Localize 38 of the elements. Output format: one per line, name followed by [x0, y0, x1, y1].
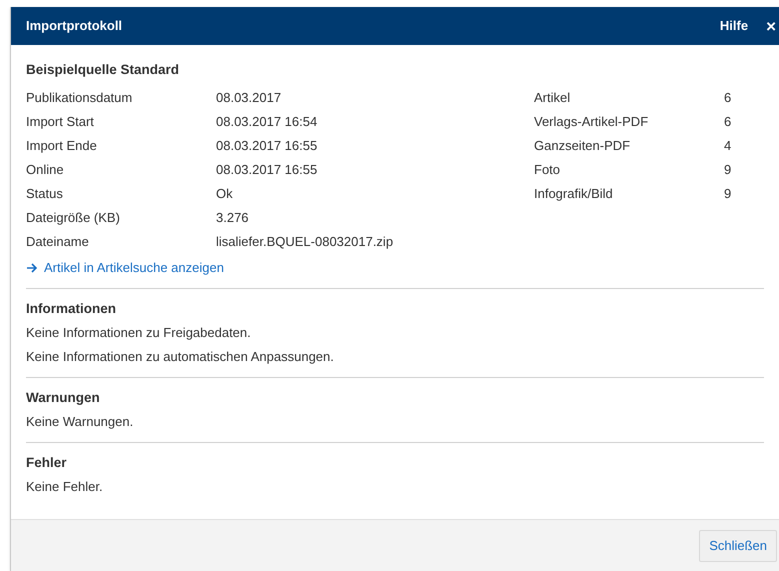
section-title: Fehler: [26, 454, 68, 472]
field-label: Dateiname: [26, 233, 90, 252]
field-label: Foto: [534, 161, 562, 180]
section-title: Warnungen: [26, 389, 101, 407]
field-label: Dateigröße (KB): [26, 209, 121, 228]
field-label: Import Ende: [26, 137, 98, 156]
field-value: 08.03.2017 16:55: [216, 137, 318, 156]
close-dialog-button[interactable]: Schließen: [699, 530, 777, 562]
field-value: Ok: [216, 185, 233, 204]
field-value: lisaliefer.BQUEL-08032017.zip: [216, 233, 394, 252]
field-value: 08.03.2017 16:55: [216, 161, 318, 180]
field-value: 4: [724, 137, 732, 156]
field-label: Import Start: [26, 113, 95, 132]
field-label: Online: [26, 161, 65, 180]
section-text: Keine Informationen zu Freigabedaten.: [26, 324, 252, 342]
field-label: Publikationsdatum: [26, 89, 134, 108]
field-value: 08.03.2017 16:54: [216, 113, 318, 132]
field-label: Verlags-Artikel-PDF: [534, 113, 650, 132]
section-text: Keine Fehler.: [26, 478, 104, 496]
dialog-title: Importprotokoll: [26, 17, 122, 36]
field-value: 6: [724, 89, 732, 108]
section-title: Informationen: [26, 300, 117, 318]
section-text: Keine Warnungen.: [26, 413, 134, 432]
field-value: 3.276: [216, 209, 249, 228]
help-button[interactable]: Hilfe: [720, 16, 748, 36]
field-value: 6: [724, 113, 732, 132]
field-label: Artikel: [534, 89, 572, 108]
search-link[interactable]: Artikel in Artikelsuche anzeigen: [26, 256, 764, 280]
field-value: 9: [724, 185, 732, 204]
source-title: Beispielquelle Standard: [26, 61, 180, 79]
field-value: 9: [724, 161, 732, 180]
section-text: Keine Informationen zu automatischen Anpassungen.: [26, 348, 335, 366]
field-label: Ganzseiten-PDF: [534, 137, 632, 156]
close-button[interactable]: ×: [766, 18, 776, 34]
field-value: 08.03.2017: [216, 89, 282, 108]
field-label: Status: [26, 185, 64, 204]
field-label: Infografik/Bild: [534, 185, 614, 204]
arrow-right-icon: [26, 263, 38, 273]
